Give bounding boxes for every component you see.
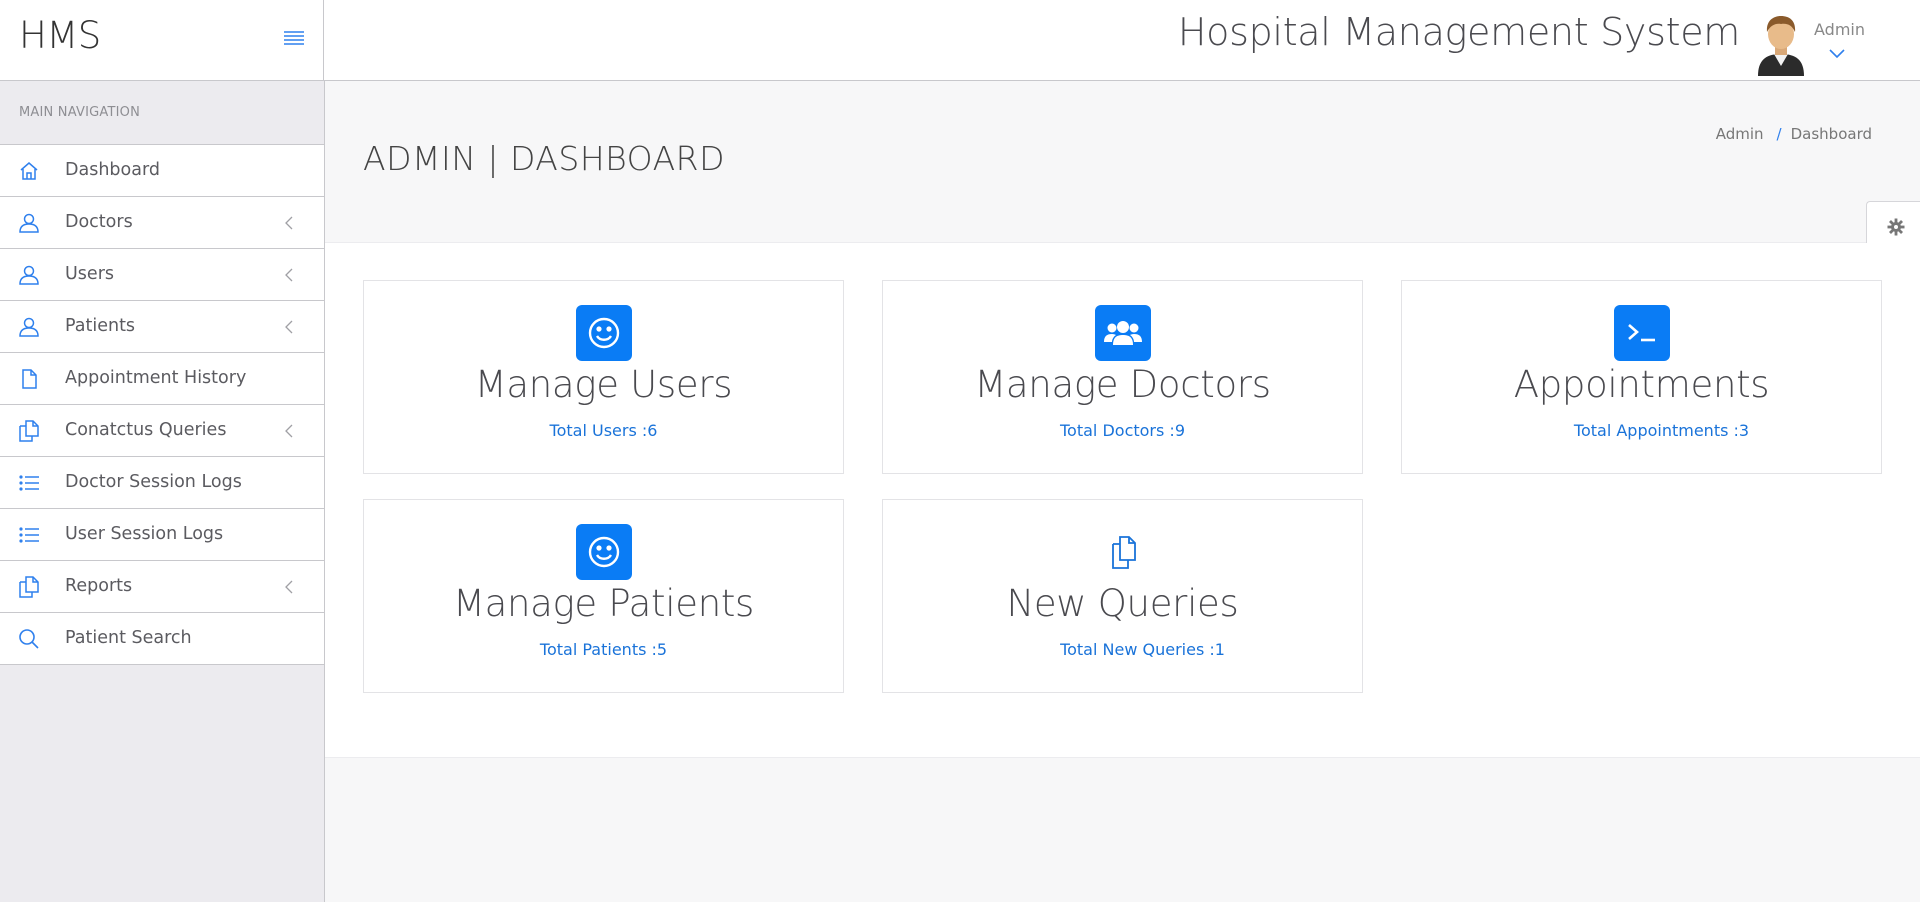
chevron-left-icon: [284, 267, 294, 283]
sidebar-item-appointment-history[interactable]: Appointment History: [0, 352, 324, 404]
sidebar-item-label: Users: [65, 264, 115, 284]
card-title: Appointments: [1513, 363, 1770, 406]
sidebar-item-label: Conatctus Queries: [65, 420, 227, 440]
card-title: Manage Users: [474, 363, 733, 406]
brand-area: HMS: [0, 0, 324, 80]
page-header: ADMIN | DASHBOARD Admin / Dashboard: [325, 81, 1920, 243]
card-manage-users[interactable]: Manage Users Total Users :6: [363, 280, 844, 474]
file-icon: [18, 368, 40, 390]
files-icon: [18, 420, 40, 442]
user-icon: [18, 212, 40, 234]
breadcrumb-item-admin[interactable]: Admin: [1716, 125, 1764, 143]
sidebar: MAIN NAVIGATION Dashboard Doctors Users …: [0, 81, 325, 902]
card-stat-link[interactable]: Total Patients :5: [364, 640, 843, 659]
hamburger-menu-icon[interactable]: [282, 28, 306, 48]
card-manage-patients[interactable]: Manage Patients Total Patients :5: [363, 499, 844, 693]
sidebar-item-contactus-queries[interactable]: Conatctus Queries: [0, 404, 324, 456]
page-title: ADMIN | DASHBOARD: [363, 139, 725, 178]
sidebar-item-label: Dashboard: [65, 160, 160, 180]
sidebar-item-users[interactable]: Users: [0, 248, 324, 300]
breadcrumb-separator: /: [1776, 125, 1782, 143]
breadcrumb: Admin / Dashboard: [1716, 125, 1872, 143]
chevron-left-icon: [284, 319, 294, 335]
home-icon: [18, 160, 40, 182]
search-icon: [18, 628, 40, 650]
user-name[interactable]: Admin: [1814, 20, 1865, 39]
brand-logo[interactable]: HMS: [19, 14, 101, 57]
card-stat-link[interactable]: Total Doctors :9: [883, 421, 1362, 440]
chevron-left-icon: [284, 423, 294, 439]
list-icon: [18, 472, 40, 494]
card-title: Manage Patients: [452, 582, 755, 625]
nav-list: Dashboard Doctors Users Patients Appoint…: [0, 144, 324, 665]
user-icon: [18, 264, 40, 286]
list-icon: [18, 524, 40, 546]
sidebar-item-label: Doctors: [65, 212, 133, 232]
sidebar-item-dashboard[interactable]: Dashboard: [0, 144, 324, 196]
sidebar-item-label: Appointment History: [65, 368, 247, 388]
card-title: Manage Doctors: [974, 363, 1271, 406]
card-appointments[interactable]: Appointments Total Appointments :3: [1401, 280, 1882, 474]
sidebar-item-label: Patient Search: [65, 628, 192, 648]
sidebar-item-label: Reports: [65, 576, 133, 596]
app-title: Hospital Management System: [1177, 10, 1740, 54]
smile-icon: [575, 524, 632, 580]
sidebar-item-label: Patients: [65, 316, 136, 336]
breadcrumb-item-dashboard: Dashboard: [1790, 125, 1872, 143]
gear-icon[interactable]: [1887, 218, 1905, 236]
sidebar-item-label: User Session Logs: [65, 524, 224, 544]
users-group-icon: [1094, 305, 1151, 361]
sidebar-item-patients[interactable]: Patients: [0, 300, 324, 352]
sidebar-item-doctor-session-logs[interactable]: Doctor Session Logs: [0, 456, 324, 508]
user-menu[interactable]: Admin: [1754, 10, 1884, 78]
card-title: New Queries: [1006, 582, 1239, 625]
nav-heading: MAIN NAVIGATION: [19, 105, 141, 120]
card-stat-link[interactable]: Total New Queries :1: [903, 640, 1382, 659]
card-stat-link[interactable]: Total Users :6: [364, 421, 843, 440]
smile-icon: [575, 305, 632, 361]
chevron-left-icon: [284, 579, 294, 595]
sidebar-item-doctors[interactable]: Doctors: [0, 196, 324, 248]
chevron-left-icon: [284, 215, 294, 231]
chevron-down-icon[interactable]: [1828, 46, 1846, 60]
sidebar-item-label: Doctor Session Logs: [65, 472, 242, 492]
card-new-queries[interactable]: New Queries Total New Queries :1: [882, 499, 1363, 693]
card-manage-doctors[interactable]: Manage Doctors Total Doctors :9: [882, 280, 1363, 474]
terminal-icon: [1613, 305, 1670, 361]
files-icon: [1095, 524, 1151, 580]
dashboard-content: Manage Users Total Users :6 Manage Docto…: [325, 243, 1920, 758]
sidebar-item-user-session-logs[interactable]: User Session Logs: [0, 508, 324, 560]
sidebar-item-patient-search[interactable]: Patient Search: [0, 612, 324, 665]
avatar[interactable]: [1754, 12, 1808, 76]
files-icon: [18, 576, 40, 598]
card-stat-link[interactable]: Total Appointments :3: [1422, 421, 1901, 440]
top-bar: HMS Hospital Management System Admin: [0, 0, 1920, 81]
user-icon: [18, 316, 40, 338]
sidebar-item-reports[interactable]: Reports: [0, 560, 324, 612]
